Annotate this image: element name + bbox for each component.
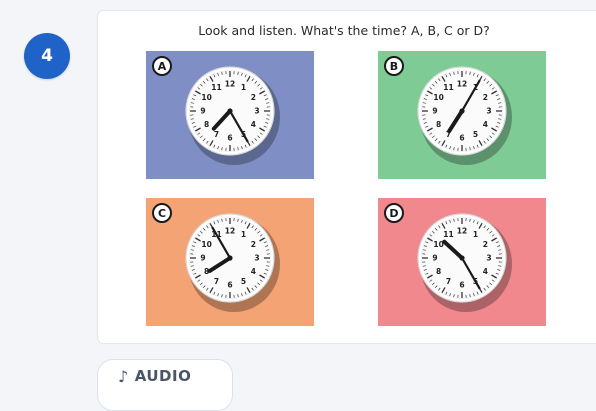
- clock-numeral: 1: [241, 230, 246, 239]
- clock-numeral: 6: [227, 134, 232, 143]
- clock-numeral: 7: [214, 130, 219, 139]
- clock-numeral: 1: [241, 83, 246, 92]
- clock-numeral: 2: [251, 240, 256, 249]
- option-b-label: B: [384, 56, 404, 76]
- clock-numeral: 3: [254, 254, 259, 263]
- clock-pin: [227, 108, 232, 113]
- clock-numeral: 9: [432, 107, 437, 116]
- clock-numeral: 3: [254, 107, 259, 116]
- clock-numeral: 8: [204, 120, 209, 129]
- option-b-panel[interactable]: B 121234567891011: [378, 51, 546, 179]
- audio-label: AUDIO: [135, 367, 192, 385]
- clock-numeral: 6: [459, 281, 464, 290]
- clock-numeral: 7: [214, 277, 219, 286]
- option-c-label: C: [152, 203, 172, 223]
- clock-numeral: 4: [251, 267, 256, 276]
- clock-b: 121234567891011: [412, 59, 512, 171]
- clock-numeral: 11: [443, 230, 453, 239]
- clock-numeral: 12: [457, 227, 467, 236]
- question-number: 4: [41, 46, 53, 66]
- clock-numeral: 12: [457, 80, 467, 89]
- clock-c: 121234567891011: [180, 206, 280, 318]
- clock-a: 121234567891011: [180, 59, 280, 171]
- option-d-panel[interactable]: D 121234567891011: [378, 198, 546, 326]
- clock-numeral: 8: [436, 120, 441, 129]
- clock-d: 121234567891011: [412, 206, 512, 318]
- instruction-text: Look and listen. What's the time? A, B, …: [98, 23, 590, 38]
- clock-numeral: 3: [486, 254, 491, 263]
- clock-numeral: 5: [473, 130, 478, 139]
- clock-numeral: 2: [251, 93, 256, 102]
- music-note-icon: ♪: [118, 367, 129, 386]
- clock-numeral: 9: [432, 254, 437, 263]
- clock-numeral: 9: [200, 254, 205, 263]
- clock-numeral: 2: [483, 93, 488, 102]
- clock-numeral: 4: [251, 120, 256, 129]
- clock-numeral: 10: [201, 240, 211, 249]
- option-a-panel[interactable]: A 121234567891011: [146, 51, 314, 179]
- option-c-panel[interactable]: C 121234567891011: [146, 198, 314, 326]
- clock-numeral: 6: [227, 281, 232, 290]
- clock-pin: [459, 255, 464, 260]
- clock-numeral: 12: [225, 227, 235, 236]
- question-number-badge: 4: [24, 33, 70, 79]
- clock-numeral: 5: [241, 277, 246, 286]
- option-a-label: A: [152, 56, 172, 76]
- clock-numeral: 12: [225, 80, 235, 89]
- clock-numeral: 11: [443, 83, 453, 92]
- clock-numeral: 7: [446, 277, 451, 286]
- clock-numeral: 11: [211, 83, 221, 92]
- clock-numeral: 9: [200, 107, 205, 116]
- clock-numeral: 10: [201, 93, 211, 102]
- clock-numeral: 4: [483, 120, 488, 129]
- clock-numeral: 3: [486, 107, 491, 116]
- clock-numeral: 2: [483, 240, 488, 249]
- option-d-label: D: [384, 203, 404, 223]
- clock-numeral: 1: [473, 230, 478, 239]
- clock-numeral: 4: [483, 267, 488, 276]
- clock-pin: [459, 108, 464, 113]
- clock-numeral: 10: [433, 240, 443, 249]
- clock-numeral: 8: [436, 267, 441, 276]
- audio-button[interactable]: ♪ AUDIO: [97, 359, 233, 411]
- clock-numeral: 10: [433, 93, 443, 102]
- clock-numeral: 6: [459, 134, 464, 143]
- question-card: Look and listen. What's the time? A, B, …: [97, 10, 596, 344]
- clock-pin: [227, 255, 232, 260]
